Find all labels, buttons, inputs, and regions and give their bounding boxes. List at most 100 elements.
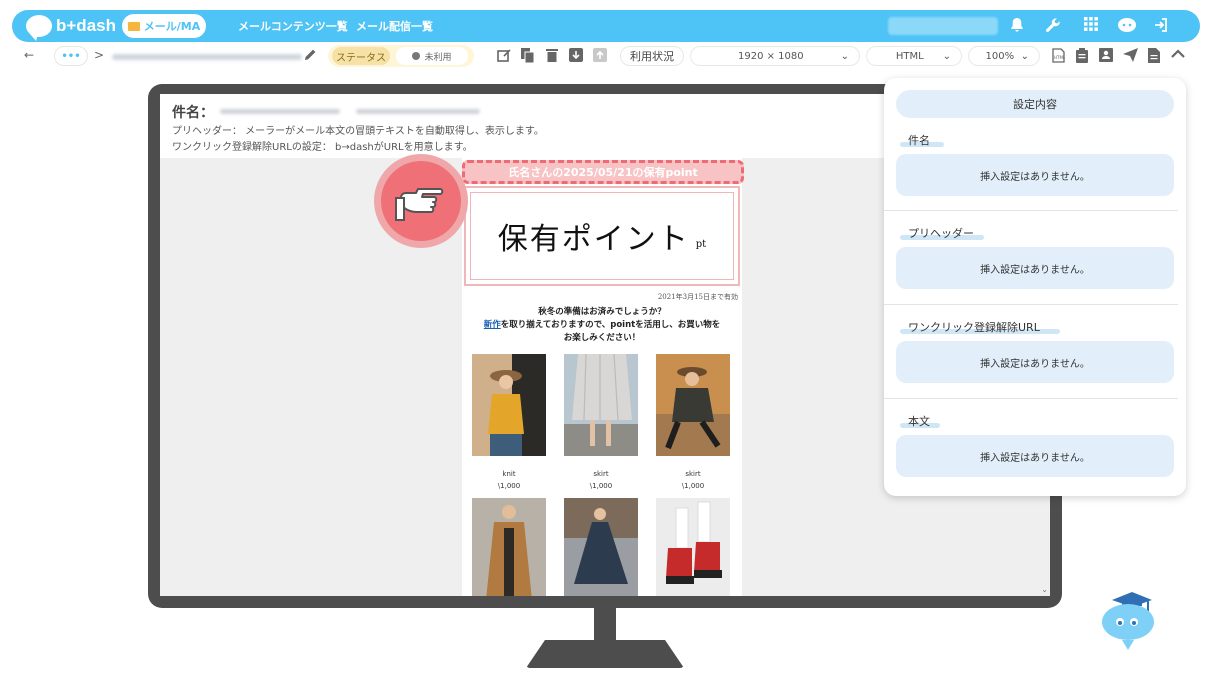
copy-icon[interactable] [520, 48, 536, 64]
breadcrumb-more-button[interactable]: ••• [54, 46, 88, 66]
product-photo-knit [472, 354, 546, 456]
zoom-value: 100% [985, 50, 1015, 62]
product-price: \1,000 [589, 482, 613, 490]
scroll-down-icon[interactable]: ⌄ [1041, 585, 1048, 594]
points-title: 保有ポイント [497, 222, 690, 257]
product-photo-skirt [564, 353, 638, 456]
breadcrumb-blurred [112, 54, 302, 60]
monitor-neck [594, 608, 616, 644]
breadcrumb-separator: > [94, 48, 105, 62]
valid-until: 2021年3月15日まで有効 [657, 293, 738, 301]
hand-pointer-badge [374, 154, 468, 248]
product-name: skirt [593, 470, 609, 478]
pencil-icon[interactable] [302, 48, 318, 64]
support-chat-icon[interactable] [1116, 17, 1138, 35]
product-price: \1,000 [681, 482, 705, 490]
mode-switch-button[interactable]: メール/MA [122, 14, 206, 38]
subject-blurred [220, 109, 340, 114]
section-label-body: 本文 [908, 415, 930, 428]
section-value-preheader: 挿入設定はありません。 [896, 247, 1174, 289]
settings-panel: 設定内容 件名 挿入設定はありません。 プリヘッダー 挿入設定はありません。 ワ… [884, 78, 1186, 496]
logout-icon[interactable] [1152, 17, 1170, 35]
chevron-up-icon[interactable] [1170, 48, 1186, 64]
product-price: \1,000 [497, 482, 521, 490]
format-select[interactable]: HTML ⌄ [866, 46, 962, 66]
edit-icon[interactable] [496, 48, 512, 64]
more-dots: ••• [61, 50, 81, 62]
preheader-line: プリヘッダー： メーラーがメール本文の冒頭テキストを自動取得し、表示します。 [172, 126, 544, 137]
status-toggle[interactable]: ステータス 未利用 [328, 45, 474, 67]
product-name: knit [502, 470, 516, 478]
hand-pointer-icon [381, 161, 461, 241]
status-value-text: 未利用 [424, 52, 452, 63]
section-label-subject: 件名 [908, 134, 930, 147]
resolution-select[interactable]: 1920 × 1080 ⌄ [690, 46, 860, 66]
new-arrival-link[interactable]: 新作 [484, 320, 501, 330]
product-name: skirt [685, 470, 701, 478]
html-file-icon[interactable]: HTML [1050, 48, 1066, 64]
clipboard-icon[interactable] [1074, 48, 1090, 64]
status-value: 未利用 [396, 47, 468, 65]
divider [884, 304, 1178, 305]
status-dot-icon [412, 52, 421, 60]
section-label-preheader: プリヘッダー [908, 227, 974, 240]
grid-apps-icon[interactable] [1082, 17, 1100, 35]
section-value-body: 挿入設定はありません。 [896, 435, 1174, 477]
intro-text: 秋冬の準備はお済みでしょうか？ 新作を取り揃えておりますので、pointを活用し… [462, 306, 742, 345]
trash-icon[interactable] [544, 48, 560, 64]
contact-card-icon[interactable] [1098, 48, 1114, 64]
envelope-icon [127, 21, 140, 31]
usage-label: 利用状況 [630, 50, 674, 63]
intro-line-3: お楽しみください！ [563, 333, 641, 343]
usage-status-button[interactable]: 利用状況 [620, 46, 684, 66]
product-card[interactable] [656, 498, 730, 596]
mode-label: メール/MA [143, 20, 201, 33]
wrench-icon[interactable] [1044, 17, 1062, 35]
product-card[interactable]: skirt \1,000 [564, 353, 638, 490]
chevron-down-icon: ⌄ [1020, 50, 1029, 62]
logo-text: b+dash [56, 16, 116, 35]
svg-text:HTML: HTML [1054, 55, 1065, 60]
subject-label: 件名： [172, 105, 214, 121]
chevron-down-icon: ⌄ [840, 50, 849, 62]
back-arrow-icon[interactable]: ← [24, 48, 34, 62]
product-card[interactable] [472, 498, 546, 596]
divider [884, 210, 1178, 211]
divider [884, 398, 1178, 399]
product-card[interactable] [564, 498, 638, 596]
chevron-down-icon: ⌄ [942, 50, 951, 62]
send-icon[interactable] [1122, 48, 1138, 64]
resolution-value: 1920 × 1080 [737, 50, 804, 62]
zoom-select[interactable]: 100% ⌄ [968, 46, 1040, 66]
points-banner[interactable]: 氏名さんの2025/05/21の保有point [462, 160, 744, 184]
section-value-subject: 挿入設定はありません。 [896, 154, 1174, 196]
upload-icon[interactable] [592, 48, 608, 64]
intro-line-2-rest: を取り揃えておりますので、pointを活用し、お買い物を [500, 320, 721, 330]
product-card[interactable]: knit \1,000 [472, 354, 546, 490]
top-header: b+dash メール/MA メールコンテンツ一覧 メール配信一覧 [12, 10, 1200, 42]
status-label: ステータス [332, 47, 390, 65]
bdash-logo[interactable]: b+dash [26, 14, 116, 41]
points-box: 保有ポイント pt [464, 186, 740, 286]
monitor-stand [526, 640, 684, 668]
section-label-unsubscribe: ワンクリック登録解除URL [908, 321, 1040, 334]
points-unit: pt [695, 238, 707, 250]
product-card[interactable]: skirt \1,000 [656, 354, 730, 490]
product-photo-skirt [656, 354, 730, 456]
bell-icon[interactable] [1008, 17, 1026, 35]
email-body: 氏名さんの2025/05/21の保有point 保有ポイント pt 2021年3… [462, 158, 744, 596]
nav-mail-contents[interactable]: メールコンテンツ一覧 [238, 18, 348, 34]
toolbar: ← ••• > ステータス 未利用 利用状況 1920 × 1080 ⌄ HTM… [8, 44, 1200, 70]
download-icon[interactable] [568, 48, 584, 64]
format-value: HTML [895, 50, 924, 62]
product-photo-sneakers [656, 498, 730, 596]
intro-line-2: 新作を取り揃えておりますので、pointを活用し、お買い物を [462, 319, 742, 332]
points-inner: 保有ポイント pt [470, 192, 734, 280]
panel-title: 設定内容 [896, 90, 1174, 118]
intro-line-1: 秋冬の準備はお済みでしょうか？ [538, 307, 666, 317]
subject-blurred [356, 109, 480, 114]
logo-bubble-icon [26, 15, 52, 41]
mascot-brain-icon[interactable] [1098, 590, 1160, 652]
nav-mail-delivery[interactable]: メール配信一覧 [356, 18, 433, 34]
document-icon[interactable] [1146, 48, 1162, 64]
